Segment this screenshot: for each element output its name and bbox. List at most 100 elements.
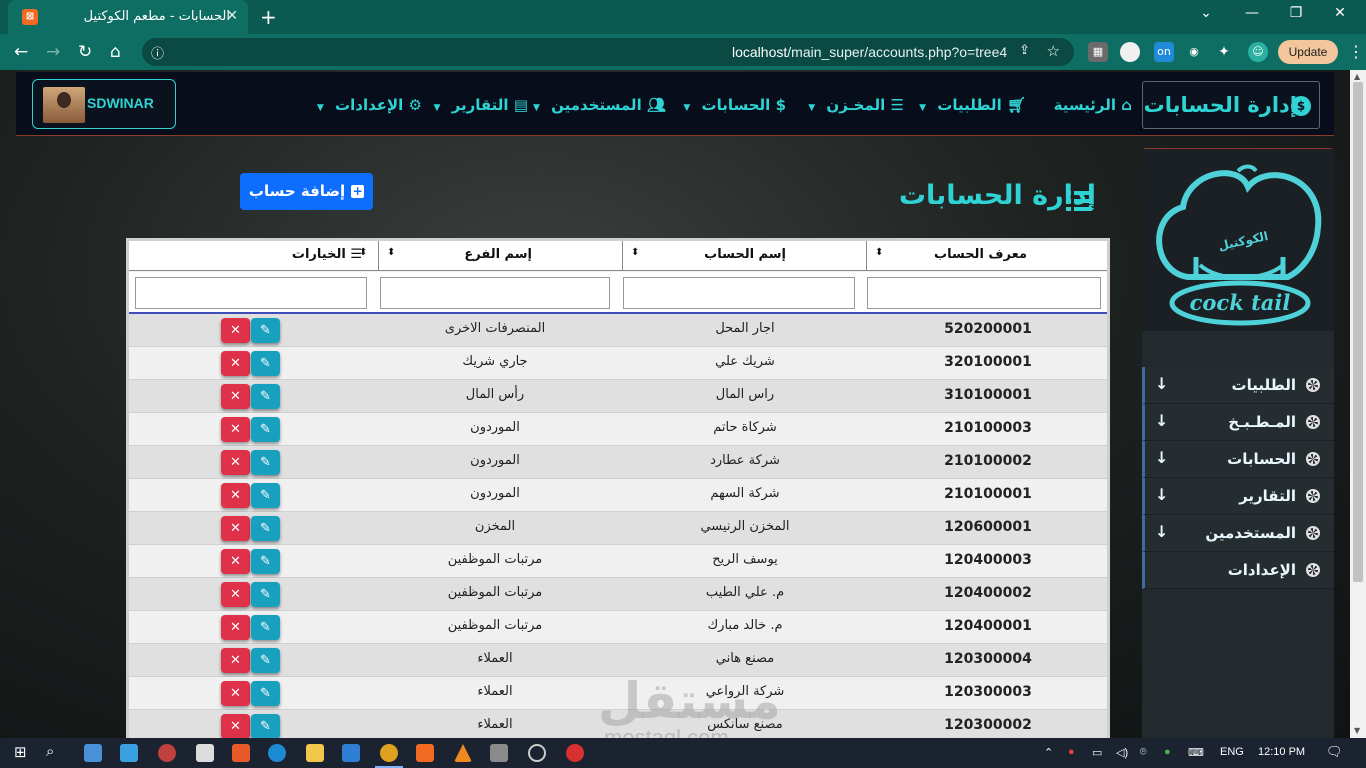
control-panel-icon[interactable] xyxy=(120,744,138,762)
sidebar-item-settings[interactable]: الإعدادات xyxy=(1142,552,1334,589)
tray-up-arrow-icon[interactable]: ⌃ xyxy=(1044,746,1053,759)
filter-branch-input[interactable] xyxy=(380,277,610,309)
address-bar[interactable]: ⓘ localhost/main_super/accounts.php?o=tr… xyxy=(142,38,1074,66)
tab-search-icon[interactable]: ⌄ xyxy=(1186,5,1226,21)
edit-button[interactable]: ✎ xyxy=(251,318,280,343)
close-window-button[interactable]: ✕ xyxy=(1320,5,1360,21)
translate-extension-icon[interactable]: on xyxy=(1154,42,1174,62)
maximize-button[interactable]: ❐ xyxy=(1276,5,1316,21)
language-indicator[interactable]: ENG xyxy=(1220,746,1244,758)
vlc-cone-icon[interactable] xyxy=(454,744,472,762)
nav-item-reports[interactable]: ▤ التقارير ▼ xyxy=(433,96,528,114)
delete-button[interactable]: ✕ xyxy=(221,483,250,508)
filter-options-input[interactable] xyxy=(135,277,367,309)
delete-button[interactable]: ✕ xyxy=(221,549,250,574)
sidebar-item-orders[interactable]: الطلبيات ↓ xyxy=(1142,367,1334,404)
bookmark-star-icon[interactable]: ☆ xyxy=(1047,42,1060,60)
camera-extension-icon[interactable]: ◉ xyxy=(1184,42,1204,62)
calculator-icon[interactable] xyxy=(196,744,214,762)
clock[interactable]: 12:10 PM xyxy=(1258,746,1305,758)
chrome-extension-icon[interactable] xyxy=(1120,42,1140,62)
scroll-down-icon[interactable]: ▼ xyxy=(1354,726,1360,735)
nav-item-settings[interactable]: ⚙ الإعدادات ▼ xyxy=(317,96,422,114)
delete-button[interactable]: ✕ xyxy=(221,648,250,673)
edit-button[interactable]: ✎ xyxy=(251,483,280,508)
edit-button[interactable]: ✎ xyxy=(251,714,280,738)
reload-icon[interactable]: ↻ xyxy=(78,42,92,62)
sidebar-item-kitchen[interactable]: المـطـبـخ ↓ xyxy=(1142,404,1334,441)
delete-button[interactable]: ✕ xyxy=(221,516,250,541)
delete-button[interactable]: ✕ xyxy=(221,450,250,475)
app-icon[interactable] xyxy=(490,744,508,762)
delete-button[interactable]: ✕ xyxy=(221,351,250,376)
volume-icon[interactable]: ◁) xyxy=(1116,746,1128,759)
add-account-button[interactable]: + إضافة حساب xyxy=(240,173,373,210)
forward-icon[interactable]: → xyxy=(46,42,60,62)
xampp-icon[interactable] xyxy=(416,744,434,762)
browser-menu-icon[interactable]: ⋮ xyxy=(1348,42,1364,61)
extension-icon[interactable]: ▦ xyxy=(1088,42,1108,62)
nav-item-store[interactable]: ☰ المخـزن ▼ xyxy=(808,96,904,114)
update-button[interactable]: Update xyxy=(1278,40,1338,64)
edit-button[interactable]: ✎ xyxy=(251,351,280,376)
site-info-icon[interactable]: ⓘ xyxy=(151,43,164,62)
filter-account-id-input[interactable] xyxy=(867,277,1101,309)
vscode-icon[interactable] xyxy=(342,744,360,762)
browser-tab[interactable]: ⊠ الحسابات - مطعم الكوكتيل ✕ xyxy=(8,0,248,34)
delete-button[interactable]: ✕ xyxy=(221,582,250,607)
profile-avatar-icon[interactable]: ☺ xyxy=(1248,42,1268,62)
column-header-options[interactable]: ☰ الخيارات ⬍ xyxy=(129,241,379,271)
vlc-icon[interactable] xyxy=(232,744,250,762)
windows-start-icon[interactable]: ⊞ xyxy=(14,743,32,761)
keyboard-app-icon[interactable] xyxy=(84,744,102,762)
tray-app-icon[interactable]: ● xyxy=(1164,746,1171,758)
tray-app-icon[interactable]: ● xyxy=(1068,746,1075,758)
edge-icon[interactable] xyxy=(268,744,286,762)
edit-button[interactable]: ✎ xyxy=(251,417,280,442)
new-tab-button[interactable]: + xyxy=(260,5,277,29)
nav-item-accounts[interactable]: $ الحسابات ▼ xyxy=(683,96,786,114)
puzzle-extensions-icon[interactable]: ✦ xyxy=(1214,42,1234,62)
column-header-account-id[interactable]: معرف الحساب ⬍ xyxy=(867,241,1107,271)
app-icon[interactable] xyxy=(528,744,546,762)
column-header-account-name[interactable]: إسم الحساب ⬍ xyxy=(623,241,867,271)
delete-button[interactable]: ✕ xyxy=(221,318,250,343)
delete-button[interactable]: ✕ xyxy=(221,417,250,442)
minimize-button[interactable]: — xyxy=(1232,5,1272,21)
edit-button[interactable]: ✎ xyxy=(251,516,280,541)
column-header-branch-name[interactable]: إسم الفرع ⬍ xyxy=(379,241,623,271)
scroll-up-icon[interactable]: ▲ xyxy=(1354,72,1360,81)
share-icon[interactable]: ⇪ xyxy=(1019,43,1030,58)
battery-icon[interactable]: ▭ xyxy=(1092,746,1102,759)
edit-button[interactable]: ✎ xyxy=(251,450,280,475)
nav-item-orders[interactable]: 🛒︎ الطلبيات ▼ xyxy=(919,96,1026,114)
file-explorer-icon[interactable] xyxy=(306,744,324,762)
edit-button[interactable]: ✎ xyxy=(251,648,280,673)
search-icon[interactable]: ⌕ xyxy=(46,742,64,760)
nav-item-home[interactable]: ⌂ الرئيسية xyxy=(1054,96,1132,114)
edit-button[interactable]: ✎ xyxy=(251,681,280,706)
page-scrollbar[interactable]: ▲ ▼ xyxy=(1350,70,1366,738)
sidebar-item-reports[interactable]: التقارير ↓ xyxy=(1142,478,1334,515)
filter-account-name-input[interactable] xyxy=(623,277,855,309)
edit-button[interactable]: ✎ xyxy=(251,549,280,574)
brand-box[interactable]: إدارة الحسابات $ xyxy=(1142,81,1320,129)
sidebar-item-accounts[interactable]: الحسابات ↓ xyxy=(1142,441,1334,478)
nav-item-users[interactable]: 👥︎ المستخدمين ▼ xyxy=(533,96,666,114)
user-profile[interactable]: SDWINAR xyxy=(32,79,176,129)
notifications-icon[interactable]: 🗨︎ xyxy=(1326,744,1343,760)
delete-button[interactable]: ✕ xyxy=(221,384,250,409)
delete-button[interactable]: ✕ xyxy=(221,681,250,706)
back-icon[interactable]: ← xyxy=(14,42,28,62)
edit-button[interactable]: ✎ xyxy=(251,582,280,607)
delete-button[interactable]: ✕ xyxy=(221,615,250,640)
tab-close-icon[interactable]: ✕ xyxy=(226,8,238,24)
scroll-thumb[interactable] xyxy=(1353,82,1363,582)
sidebar-item-users[interactable]: المستخدمين ↓ xyxy=(1142,515,1334,552)
edit-button[interactable]: ✎ xyxy=(251,384,280,409)
edit-button[interactable]: ✎ xyxy=(251,615,280,640)
media-app-icon[interactable] xyxy=(158,744,176,762)
network-icon[interactable]: ⌾ xyxy=(1140,746,1147,759)
home-button-icon[interactable]: ⌂ xyxy=(110,42,121,62)
chrome-icon[interactable] xyxy=(380,744,398,762)
